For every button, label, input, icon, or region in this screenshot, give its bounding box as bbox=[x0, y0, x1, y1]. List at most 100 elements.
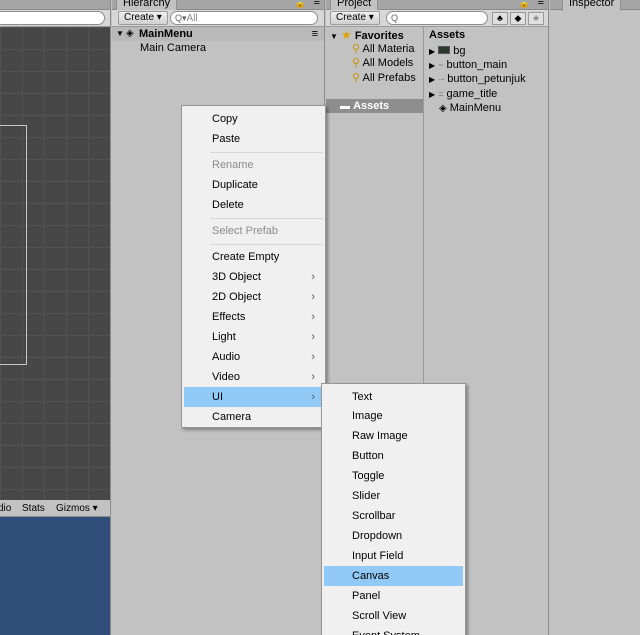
stats-toggle[interactable]: Stats bbox=[22, 502, 45, 515]
expand-triangle-icon[interactable]: ▼ bbox=[116, 27, 124, 41]
tab-inspector[interactable]: Inspector bbox=[562, 0, 622, 11]
menu-item-effects[interactable]: Effects › bbox=[184, 307, 323, 327]
submenu-item-scroll-view[interactable]: Scroll View bbox=[324, 606, 463, 626]
project-tabstrip: Project 🔒 ≡ bbox=[326, 0, 548, 11]
filter-by-label-icon[interactable]: ◆ bbox=[510, 12, 526, 25]
scene-menu-icon[interactable]: ≡ bbox=[312, 27, 318, 41]
expand-triangle-icon[interactable]: ▶ bbox=[429, 61, 435, 70]
menu-item-label: 3D Object bbox=[212, 271, 261, 283]
scene-tabstrip bbox=[0, 0, 110, 10]
inspector-tabstrip: Inspector bbox=[550, 0, 640, 11]
expand-triangle-icon[interactable]: ▶ bbox=[429, 75, 435, 84]
menu-item-duplicate[interactable]: Duplicate bbox=[184, 175, 323, 195]
submenu-item-button[interactable]: Button bbox=[324, 446, 463, 466]
favorite-item[interactable]: ⚲ All Prefabs bbox=[352, 71, 416, 85]
menu-item-camera[interactable]: Camera bbox=[184, 407, 323, 427]
submenu-item-input-field[interactable]: Input Field bbox=[324, 546, 463, 566]
asset-item[interactable]: ▶ = game_title bbox=[429, 87, 497, 101]
gizmos-dropdown[interactable]: Gizmos ▾ bbox=[56, 502, 98, 515]
favorite-label: All Prefabs bbox=[362, 72, 416, 84]
menu-item-copy[interactable]: Copy bbox=[184, 109, 323, 129]
expand-triangle-icon[interactable]: ▶ bbox=[429, 90, 435, 99]
favorite-item[interactable]: ⚲ All Materia bbox=[352, 42, 414, 56]
scene-row[interactable]: ▼ ◈ MainMenu ≡ bbox=[112, 27, 324, 41]
scene-search-field[interactable] bbox=[0, 11, 105, 25]
search-icon: Q▾ bbox=[175, 13, 187, 23]
menu-item-3d-object[interactable]: 3D Object › bbox=[184, 267, 323, 287]
chevron-right-icon: › bbox=[311, 391, 315, 403]
panel-menu-icon[interactable]: ≡ bbox=[314, 0, 320, 8]
search-icon: ⚲ bbox=[352, 72, 361, 84]
hierarchy-item[interactable]: Main Camera bbox=[112, 41, 324, 55]
assets-folder-label: Assets bbox=[353, 100, 390, 112]
menu-item-label: Audio bbox=[212, 351, 241, 363]
assets-header: Assets bbox=[429, 29, 466, 41]
panel-divider[interactable] bbox=[548, 0, 549, 635]
scene-toolbar bbox=[0, 10, 110, 27]
assets-folder-row[interactable]: ▬ Assets bbox=[326, 99, 423, 113]
submenu-item-panel[interactable]: Panel bbox=[324, 586, 463, 606]
menu-item-2d-object[interactable]: 2D Object › bbox=[184, 287, 323, 307]
submenu-item-raw-image[interactable]: Raw Image bbox=[324, 426, 463, 446]
search-icon: Q bbox=[391, 13, 399, 23]
asset-item[interactable]: ▶ ~ button_main bbox=[429, 58, 507, 72]
chevron-right-icon: › bbox=[311, 331, 315, 343]
favorites-label: Favorites bbox=[354, 30, 404, 42]
project-create-button[interactable]: Create ▾ bbox=[330, 11, 380, 25]
search-icon: ⚲ bbox=[352, 43, 361, 55]
project-toolbar: Create ▾ Q ♣ ◆ ★ bbox=[326, 10, 548, 27]
game-view[interactable]: dio Stats Gizmos ▾ bbox=[0, 500, 110, 635]
menu-separator bbox=[210, 244, 323, 245]
submenu-item-dropdown[interactable]: Dropdown bbox=[324, 526, 463, 546]
lock-icon[interactable]: 🔒 bbox=[519, 0, 530, 9]
chevron-right-icon: › bbox=[311, 371, 315, 383]
menu-item-select-prefab: Select Prefab bbox=[212, 225, 279, 237]
hierarchy-tabstrip: Hierarchy 🔒 ≡ bbox=[112, 0, 324, 11]
submenu-item-canvas[interactable]: Canvas bbox=[324, 566, 463, 586]
menu-item-light[interactable]: Light › bbox=[184, 327, 323, 347]
hierarchy-item-label: Main Camera bbox=[140, 42, 207, 54]
menu-item-create-empty[interactable]: Create Empty bbox=[184, 247, 323, 267]
menu-item-paste[interactable]: Paste bbox=[184, 129, 323, 149]
chevron-right-icon: › bbox=[311, 351, 315, 363]
star-icon: ★ bbox=[340, 28, 352, 42]
lock-icon[interactable]: 🔒 bbox=[295, 0, 306, 9]
menu-item-delete[interactable]: Delete bbox=[184, 195, 323, 215]
hierarchy-search-input[interactable]: Q▾All bbox=[170, 11, 318, 25]
scene-view[interactable] bbox=[0, 0, 110, 500]
submenu-item-event-system[interactable]: Event System bbox=[324, 626, 463, 635]
menu-item-label: Effects bbox=[212, 311, 246, 323]
asset-item[interactable]: ◈ MainMenu bbox=[439, 101, 501, 115]
submenu-item-text[interactable]: Text bbox=[324, 387, 463, 407]
project-search-input[interactable]: Q bbox=[386, 11, 488, 25]
expand-triangle-icon[interactable]: ▼ bbox=[330, 32, 338, 41]
star-icon[interactable]: ★ bbox=[528, 12, 544, 25]
asset-item[interactable]: ▶ bg bbox=[429, 44, 466, 58]
filter-by-type-icon[interactable]: ♣ bbox=[492, 12, 508, 25]
audio-toggle[interactable]: dio bbox=[0, 502, 11, 515]
hierarchy-search-placeholder: All bbox=[186, 13, 198, 24]
menu-item-ui[interactable]: UI › bbox=[184, 387, 323, 407]
hierarchy-create-button[interactable]: Create ▾ bbox=[118, 11, 168, 25]
chevron-right-icon: › bbox=[311, 271, 315, 283]
ui-submenu: Text Image Raw Image Button Toggle Slide… bbox=[321, 383, 466, 635]
panel-divider[interactable] bbox=[110, 0, 111, 635]
submenu-item-toggle[interactable]: Toggle bbox=[324, 466, 463, 486]
favorite-label: All Models bbox=[362, 57, 414, 69]
menu-item-audio[interactable]: Audio › bbox=[184, 347, 323, 367]
asset-label: game_title bbox=[446, 88, 498, 100]
favorites-row[interactable]: ▼ ★ Favorites bbox=[330, 28, 404, 42]
menu-item-label: UI bbox=[212, 391, 223, 403]
submenu-item-scrollbar[interactable]: Scrollbar bbox=[324, 506, 463, 526]
submenu-item-image[interactable]: Image bbox=[324, 406, 463, 426]
expand-triangle-icon[interactable]: ▶ bbox=[429, 47, 435, 56]
asset-item[interactable]: ▶ ·- button_petunjuk bbox=[429, 72, 526, 86]
asset-label: bg bbox=[453, 45, 466, 57]
inspector-panel: Inspector bbox=[550, 0, 640, 635]
menu-item-video[interactable]: Video › bbox=[184, 367, 323, 387]
unity-scene-icon: ◈ bbox=[439, 103, 447, 114]
submenu-item-slider[interactable]: Slider bbox=[324, 486, 463, 506]
panel-menu-icon[interactable]: ≡ bbox=[538, 0, 544, 8]
favorite-item[interactable]: ⚲ All Models bbox=[352, 56, 413, 70]
canvas-outline bbox=[0, 125, 27, 365]
